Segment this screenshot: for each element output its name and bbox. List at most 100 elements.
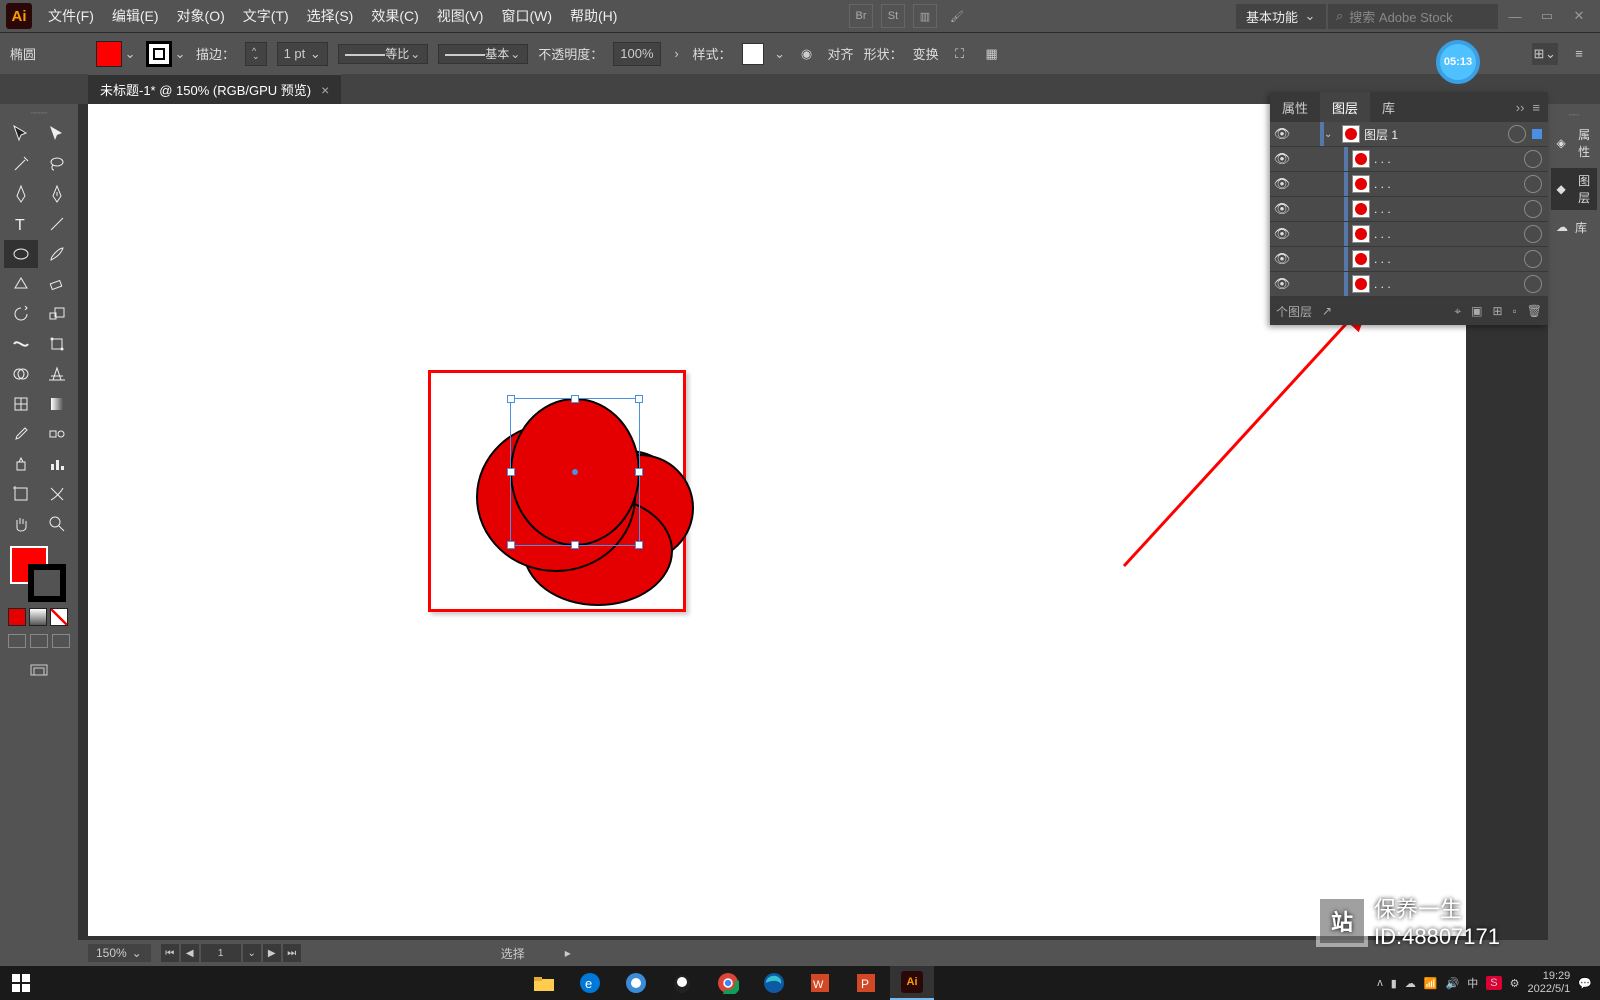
paintbrush-tool[interactable] xyxy=(40,240,74,268)
gpu-icon[interactable]: 🖌 xyxy=(945,4,969,28)
maximize-button[interactable]: ▭ xyxy=(1532,6,1562,26)
taskbar-edge-old[interactable]: e xyxy=(568,966,612,1000)
delete-layer-icon[interactable]: 🗑 xyxy=(1527,304,1542,319)
tab-libraries[interactable]: 库 xyxy=(1370,92,1407,122)
next-artboard-btn[interactable]: ▶ xyxy=(263,944,281,962)
tray-up-icon[interactable]: ʌ xyxy=(1377,977,1383,989)
scale-tool[interactable] xyxy=(40,300,74,328)
taskbar-chrome[interactable] xyxy=(706,966,750,1000)
menu-object[interactable]: 对象(O) xyxy=(169,2,233,30)
first-artboard-btn[interactable]: ⏮ xyxy=(161,944,179,962)
artboard-nav[interactable]: ⏮ ◀ 1 ⌄ ▶ ⏭ xyxy=(161,944,301,962)
menu-view[interactable]: 视图(V) xyxy=(429,2,492,30)
ellipse-tool[interactable] xyxy=(4,240,38,268)
target-icon[interactable] xyxy=(1508,125,1526,143)
taskbar-illustrator[interactable]: Ai xyxy=(890,966,934,1000)
opacity-input[interactable]: 100% xyxy=(613,42,660,66)
chevron-right-icon[interactable]: › xyxy=(671,46,683,61)
artboard[interactable] xyxy=(88,104,1466,936)
transform-label[interactable]: 变换 xyxy=(913,44,939,63)
slice-tool[interactable] xyxy=(40,480,74,508)
menu-effect[interactable]: 效果(C) xyxy=(363,2,426,30)
taskbar-ppt[interactable]: P xyxy=(844,966,888,1000)
color-mode[interactable] xyxy=(8,608,26,626)
visibility-toggle[interactable]: 👁 xyxy=(1270,126,1294,142)
symbol-sprayer-tool[interactable] xyxy=(4,450,38,478)
panel-menu-icon[interactable]: ≡ xyxy=(1532,100,1540,115)
tray-ime[interactable]: 中 xyxy=(1467,975,1478,991)
arrange-icon[interactable]: ▥ xyxy=(913,4,937,28)
export-icon[interactable]: ↗ xyxy=(1322,304,1332,318)
hand-tool[interactable] xyxy=(4,510,38,538)
minimize-button[interactable]: — xyxy=(1500,6,1530,26)
properties-panel-btn[interactable]: ◈属性 xyxy=(1551,122,1597,164)
visibility-toggle[interactable]: 👁 xyxy=(1270,176,1294,192)
tray-wifi-icon[interactable]: 📶 xyxy=(1424,977,1438,990)
perspective-grid-tool[interactable] xyxy=(40,360,74,388)
pen-tool[interactable] xyxy=(4,180,38,208)
close-button[interactable]: ✕ xyxy=(1564,6,1594,26)
layer-row[interactable]: 👁 ⌄ 图层 1 xyxy=(1270,122,1548,147)
width-tool[interactable] xyxy=(4,330,38,358)
style-swatch[interactable] xyxy=(742,43,764,65)
menu-select[interactable]: 选择(S) xyxy=(299,2,362,30)
taskbar-clock[interactable]: 19:29 2022/5/1 xyxy=(1527,970,1570,996)
column-graph-tool[interactable] xyxy=(40,450,74,478)
brush-definition[interactable]: 基本⌄ xyxy=(438,44,528,64)
document-tab[interactable]: 未标题-1* @ 150% (RGB/GPU 预览) × xyxy=(88,74,341,104)
sublayer-row[interactable]: 👁 . . . xyxy=(1270,197,1548,222)
visibility-toggle[interactable]: 👁 xyxy=(1270,201,1294,217)
tray-volume-icon[interactable]: 🔊 xyxy=(1446,977,1460,990)
selection-bounding-box[interactable] xyxy=(510,398,640,546)
tray-settings-icon[interactable]: ⚙ xyxy=(1510,977,1520,990)
direct-selection-tool[interactable] xyxy=(40,120,74,148)
taskbar-app-blue[interactable] xyxy=(614,966,658,1000)
stroke-color[interactable] xyxy=(28,564,66,602)
target-icon[interactable] xyxy=(1524,150,1542,168)
tab-properties[interactable]: 属性 xyxy=(1270,92,1320,122)
layers-panel-btn[interactable]: ◆图层 xyxy=(1551,168,1597,210)
new-sublayer-icon[interactable]: ⊞ xyxy=(1492,304,1502,319)
taskbar-wps[interactable]: W xyxy=(798,966,842,1000)
locate-icon[interactable]: ⌖ xyxy=(1454,304,1461,319)
curvature-tool[interactable] xyxy=(40,180,74,208)
taskbar-qq[interactable] xyxy=(660,966,704,1000)
menu-window[interactable]: 窗口(W) xyxy=(493,2,560,30)
draw-modes[interactable] xyxy=(4,630,74,652)
menu-help[interactable]: 帮助(H) xyxy=(562,2,625,30)
visibility-toggle[interactable]: 👁 xyxy=(1270,251,1294,267)
arrange-icon[interactable]: ▦ xyxy=(981,43,1003,65)
shaper-tool[interactable] xyxy=(4,270,38,298)
taskbar-edge[interactable] xyxy=(752,966,796,1000)
menu-edit[interactable]: 编辑(E) xyxy=(104,2,167,30)
prefs-icon[interactable]: ⊞⌄ xyxy=(1532,43,1558,65)
tray-sogou-icon[interactable]: S xyxy=(1486,976,1501,990)
shape-label[interactable]: 形状： xyxy=(864,44,903,63)
fill-swatch[interactable] xyxy=(96,41,122,67)
sublayer-row[interactable]: 👁 . . . xyxy=(1270,222,1548,247)
menu-file[interactable]: 文件(F) xyxy=(40,2,102,30)
panel-grip[interactable]: ┈┈┈ xyxy=(4,108,74,118)
eraser-tool[interactable] xyxy=(40,270,74,298)
zoom-tool[interactable] xyxy=(40,510,74,538)
recolor-icon[interactable]: ◉ xyxy=(796,43,818,65)
panel-menu-icon[interactable]: ≡ xyxy=(1568,43,1590,65)
variable-width-profile[interactable]: 等比⌄ xyxy=(338,44,428,64)
expand-toggle[interactable]: ⌄ xyxy=(1324,129,1338,140)
artboard-tool[interactable] xyxy=(4,480,38,508)
layer-name[interactable]: . . . xyxy=(1374,152,1524,166)
none-mode[interactable] xyxy=(50,608,68,626)
isolate-icon[interactable]: ⛶ xyxy=(949,43,971,65)
libraries-panel-btn[interactable]: ☁库 xyxy=(1551,214,1597,240)
stroke-swatch[interactable] xyxy=(146,41,172,67)
chevron-down-icon[interactable]: ⌄ xyxy=(174,46,186,62)
artboard-number[interactable]: 1 xyxy=(201,944,241,962)
mesh-tool[interactable] xyxy=(4,390,38,418)
align-label[interactable]: 对齐 xyxy=(828,44,854,63)
taskbar-explorer[interactable] xyxy=(522,966,566,1000)
gradient-mode[interactable] xyxy=(29,608,47,626)
lasso-tool[interactable] xyxy=(40,150,74,178)
layer-name[interactable]: 图层 1 xyxy=(1364,126,1508,143)
magic-wand-tool[interactable] xyxy=(4,150,38,178)
visibility-toggle[interactable]: 👁 xyxy=(1270,151,1294,167)
